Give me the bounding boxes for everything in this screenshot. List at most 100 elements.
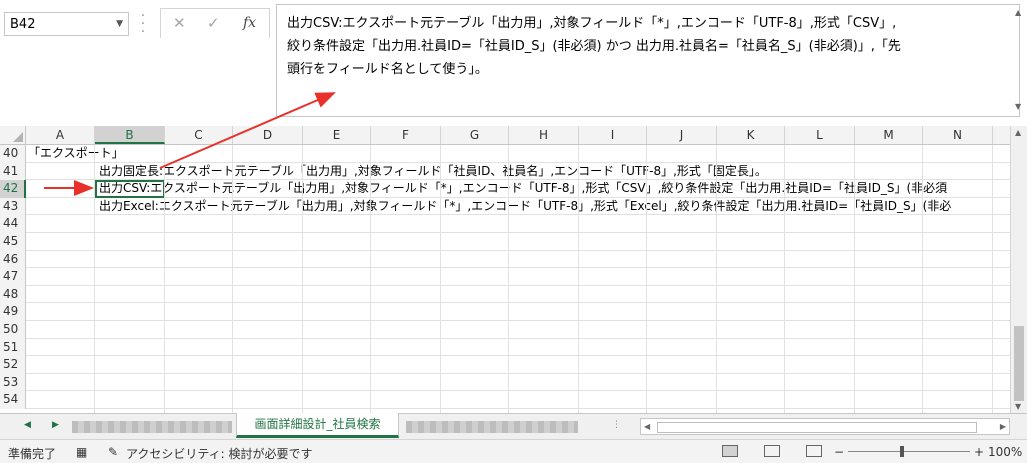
gridline [716, 145, 717, 413]
column-header-i[interactable]: I [579, 126, 647, 144]
active-cell-border [95, 180, 165, 198]
cell-text[interactable]: 「エクスポート」 [28, 145, 124, 162]
page-break-view-icon[interactable] [806, 445, 822, 457]
gridline [164, 145, 165, 413]
gridline [302, 145, 303, 413]
row-header[interactable]: 47 [0, 268, 26, 286]
column-header-k[interactable]: K [717, 126, 785, 144]
enter-icon[interactable]: ✓ [207, 14, 220, 32]
table-row[interactable]: 45 [0, 233, 1010, 251]
cell-text[interactable]: 出力CSV:エクスポート元テーブル「出力用」,対象フィールド「*」,エンコード「… [99, 180, 947, 197]
column-header-l[interactable]: L [785, 126, 855, 144]
formula-input[interactable]: 出力CSV:エクスポート元テーブル「出力用」,対象フィールド「*」,エンコード「… [276, 4, 1020, 117]
zoom-out-button[interactable]: − [834, 445, 844, 459]
column-header-n[interactable]: N [923, 126, 993, 144]
table-row[interactable]: 47 [0, 268, 1010, 286]
vertical-scrollbar[interactable]: ▲ ▼ [1010, 126, 1027, 413]
column-header-e[interactable]: E [303, 126, 371, 144]
normal-view-icon[interactable] [722, 445, 738, 457]
scroll-left-icon[interactable]: ◀ [644, 422, 650, 431]
row-header[interactable]: 51 [0, 338, 26, 357]
row-header[interactable]: 41 [0, 162, 26, 181]
scroll-up-icon[interactable]: ▲ [1015, 8, 1021, 17]
formula-scrollbar[interactable]: ▲ ▼ [1012, 4, 1026, 117]
macro-icon[interactable]: ▦ [76, 445, 87, 459]
table-row[interactable]: 46 [0, 250, 1010, 269]
column-header-f[interactable]: F [371, 126, 441, 144]
gridline [440, 145, 441, 413]
table-row[interactable]: 48 [0, 285, 1010, 304]
row-header[interactable]: 46 [0, 250, 26, 269]
table-row[interactable]: 51 [0, 338, 1010, 357]
status-bar: 準備完了 ▦ ✎ アクセシビリティ: 検討が必要です − + 100% [0, 439, 1027, 463]
formula-buttons: ✕ ✓ fx [160, 8, 270, 38]
row-header[interactable]: 52 [0, 356, 26, 374]
chevron-down-icon[interactable]: ▼ [116, 19, 123, 29]
scroll-thumb[interactable] [657, 422, 977, 433]
prev-sheet-icon[interactable]: ◀ [24, 420, 31, 430]
table-row[interactable]: 49 [0, 303, 1010, 321]
row-header[interactable]: 54 [0, 391, 26, 409]
gridline [646, 145, 647, 413]
gridline [992, 145, 993, 413]
column-header-h[interactable]: H [509, 126, 579, 144]
page-layout-view-icon[interactable] [764, 445, 780, 457]
scroll-down-icon[interactable]: ▼ [1015, 102, 1021, 111]
select-all-button[interactable] [0, 126, 26, 144]
gridline [784, 145, 785, 413]
more-icon[interactable]: · · · [140, 9, 146, 39]
redacted-sheet-tab[interactable] [72, 421, 232, 433]
row-header[interactable]: 43 [0, 197, 26, 216]
worksheet-grid[interactable]: 54 53 52 51 50 49 48 47 46 45 44 43 出力Excel:エクスポート元テ… [0, 145, 1010, 413]
table-row[interactable]: 54 [0, 391, 1010, 409]
zoom-in-button[interactable]: + [974, 445, 984, 459]
gridline [922, 145, 923, 413]
more-sheets-icon[interactable]: ⋮ [612, 420, 621, 430]
scroll-up-icon[interactable]: ▲ [1015, 128, 1021, 137]
table-row[interactable]: 52 [0, 356, 1010, 374]
scroll-thumb[interactable] [1014, 326, 1024, 401]
sheet-tab-bar: ◀ ▶ 画面詳細設計_社員検索 ⋮ ◀ ▶ [0, 413, 1027, 439]
table-row[interactable]: 40 「エクスポート」 [0, 145, 1010, 163]
row-header[interactable]: 50 [0, 321, 26, 339]
accessibility-status[interactable]: アクセシビリティ: 検討が必要です [126, 445, 313, 462]
column-header-c[interactable]: C [165, 126, 233, 144]
table-row[interactable]: 50 [0, 321, 1010, 339]
row-header[interactable]: 42 [0, 180, 26, 198]
zoom-slider-knob[interactable] [900, 446, 904, 457]
scroll-down-icon[interactable]: ▼ [1015, 402, 1021, 411]
column-header-g[interactable]: G [441, 126, 509, 144]
gridline [370, 145, 371, 413]
gridline [508, 145, 509, 413]
row-header[interactable]: 49 [0, 303, 26, 321]
row-header[interactable]: 44 [0, 215, 26, 233]
zoom-slider[interactable] [848, 446, 970, 457]
scroll-right-icon[interactable]: ▶ [1000, 422, 1006, 431]
horizontal-scrollbar[interactable]: ◀ ▶ [640, 418, 1010, 435]
insert-function-icon[interactable]: fx [243, 15, 256, 31]
zoom-level[interactable]: 100% [988, 445, 1022, 459]
column-header-j[interactable]: J [647, 126, 717, 144]
column-header-b[interactable]: B [95, 126, 165, 144]
cell-text[interactable]: 出力Excel:エクスポート元テーブル「出力用」,対象フィールド「*」,エンコー… [99, 198, 951, 215]
next-sheet-icon[interactable]: ▶ [52, 420, 59, 430]
accessibility-icon: ✎ [108, 445, 119, 459]
table-row[interactable]: 44 [0, 215, 1010, 233]
formula-bar-area: B42 ▼ · · · ✕ ✓ fx 出力CSV:エクスポート元テーブル「出力用」,… [0, 0, 1027, 127]
sheet-tab-active[interactable]: 画面詳細設計_社員検索 [236, 413, 399, 438]
cancel-icon[interactable]: ✕ [173, 14, 186, 32]
row-header[interactable]: 45 [0, 233, 26, 251]
name-box-value: B42 [10, 17, 36, 32]
column-header-m[interactable]: M [855, 126, 923, 144]
row-header[interactable]: 53 [0, 373, 26, 392]
column-header-d[interactable]: D [233, 126, 303, 144]
column-header-a[interactable]: A [26, 126, 95, 144]
row-header[interactable]: 48 [0, 285, 26, 304]
table-row[interactable]: 41 出力固定長:エクスポート元テーブル「出力用」,対象フィールド「社員ID、社員… [0, 162, 1010, 181]
redacted-sheet-tab[interactable] [406, 421, 578, 433]
table-row[interactable]: 53 [0, 373, 1010, 392]
cell-text[interactable]: 出力固定長:エクスポート元テーブル「出力用」,対象フィールド「社員ID、社員名」… [99, 163, 767, 180]
table-row[interactable]: 43 出力Excel:エクスポート元テーブル「出力用」,対象フィールド「*」,エン… [0, 197, 1010, 216]
row-header[interactable]: 40 [0, 145, 26, 163]
name-box[interactable]: B42 ▼ [4, 12, 129, 36]
